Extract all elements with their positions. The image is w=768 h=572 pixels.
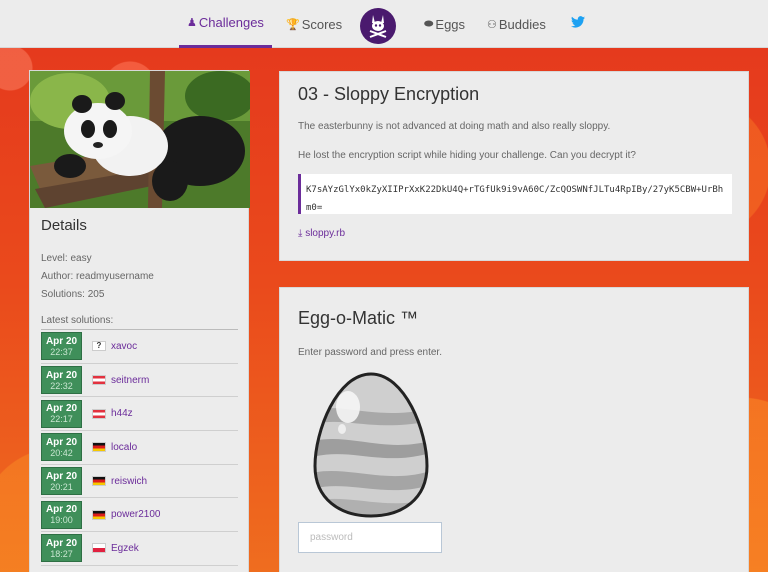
solutions-count: Solutions: 205 (41, 289, 105, 300)
solution-date: Apr 20 (45, 504, 78, 516)
author-text: Author: readmyusername (41, 271, 154, 282)
top-navbar: ♟ Challenges 🏆 Scores ⬬ Eggs ⚇ Buddies (0, 0, 768, 48)
solver-link[interactable]: reiswich (111, 476, 147, 487)
solution-date: Apr 20 (45, 436, 78, 448)
egg-icon: ⬬ (424, 17, 434, 30)
nav-scores[interactable]: 🏆 Scores (286, 0, 342, 48)
challenge-description-2: He lost the encryption script while hidi… (298, 150, 636, 161)
latest-solutions-list: Apr 20 22:37 ? xavoc Apr 20 22:32 seitne… (30, 330, 248, 566)
flag-austria-icon (92, 408, 106, 419)
date-badge: Apr 20 22:32 (41, 366, 82, 395)
solver-link[interactable]: seitnerm (111, 375, 149, 386)
download-icon: ⤓ (298, 228, 303, 239)
date-badge: Apr 20 22:37 (41, 332, 82, 361)
flag-germany-icon (92, 442, 106, 453)
flag-germany-icon (92, 509, 106, 520)
solution-row: Apr 20 18:27 Egzek (41, 532, 238, 566)
solution-row: Apr 20 22:37 ? xavoc (41, 330, 238, 364)
solution-date: Apr 20 (45, 335, 78, 347)
solution-time: 19:00 (50, 515, 73, 526)
nav-buddies[interactable]: ⚇ Buddies (487, 0, 546, 48)
solution-time: 20:21 (50, 481, 73, 492)
solution-row: Apr 20 20:42 localo (41, 431, 238, 465)
solver-link[interactable]: localo (111, 442, 137, 453)
solution-time: 20:42 (50, 447, 73, 458)
twitter-icon (571, 16, 585, 28)
nav-challenges[interactable]: ♟ Challenges (179, 0, 272, 48)
solution-date: Apr 20 (45, 537, 78, 549)
download-link[interactable]: ⤓ sloppy.rb (298, 228, 748, 239)
solution-row: Apr 20 22:17 h44z (41, 397, 238, 432)
download-filename: sloppy.rb (305, 228, 346, 239)
egg-o-matic-card: Egg-o-Matic ™ Enter password and press e… (279, 287, 749, 572)
nav-buddies-label: Buddies (498, 16, 546, 32)
solver-link[interactable]: h44z (111, 408, 133, 419)
solution-date: Apr 20 (45, 403, 78, 415)
date-badge: Apr 20 22:17 (41, 399, 82, 428)
nav-eggs[interactable]: ⬬ Eggs (424, 0, 465, 48)
solver-link[interactable]: power2100 (111, 509, 160, 520)
latest-solutions-title: Latest solutions: (41, 315, 238, 330)
egg-o-matic-title: Egg-o-Matic ™ (298, 308, 419, 328)
egg-o-matic-instructions: Enter password and press enter. (298, 347, 442, 358)
details-title: Details (41, 217, 87, 234)
flag-austria-icon (92, 375, 106, 386)
challenge-title: 03 - Sloppy Encryption (298, 84, 480, 104)
solution-time: 22:32 (50, 380, 73, 391)
ciphertext-block[interactable]: K7sAYzGlYx0kZyXIIPrXxK22DkU4Q+rTGfUk9i9v… (298, 174, 732, 214)
solution-time: 22:17 (50, 414, 73, 425)
solution-row: Apr 20 19:00 power2100 (41, 498, 238, 533)
level-text: Level: easy (41, 253, 92, 264)
solution-date: Apr 20 (45, 470, 78, 482)
challenge-card: 03 - Sloppy Encryption The easterbunny i… (279, 71, 749, 261)
flag-poland-icon (92, 543, 106, 554)
flag-unknown-icon: ? (92, 341, 106, 352)
date-badge: Apr 20 19:00 (41, 500, 82, 529)
nav-challenges-label: Challenges (198, 15, 264, 30)
challenge-description-1: The easterbunny is not advanced at doing… (298, 121, 611, 132)
solver-link[interactable]: xavoc (111, 341, 137, 352)
solver-link[interactable]: Egzek (111, 543, 139, 554)
flag-germany-icon (92, 476, 106, 487)
date-badge: Apr 20 20:42 (41, 433, 82, 462)
solution-time: 18:27 (50, 548, 73, 559)
trophy-icon: 🏆 (286, 18, 300, 31)
challenge-details-card: Details Level: easy Author: readmyuserna… (29, 70, 250, 572)
panda-image (30, 71, 250, 208)
puzzle-icon: ♟ (187, 17, 197, 29)
solution-time: 22:37 (50, 346, 73, 357)
solution-date: Apr 20 (45, 369, 78, 381)
solution-row: Apr 20 22:32 seitnerm (41, 364, 238, 398)
date-badge: Apr 20 20:21 (41, 467, 82, 496)
bunny-skull-icon (369, 15, 387, 38)
solution-row: Apr 20 20:21 reiswich (41, 465, 238, 499)
users-icon: ⚇ (487, 18, 497, 31)
bunny-logo[interactable] (360, 8, 396, 44)
twitter-link[interactable] (571, 15, 585, 33)
egg-image (313, 372, 429, 518)
password-input[interactable] (298, 522, 442, 553)
nav-scores-label: Scores (301, 16, 343, 32)
date-badge: Apr 20 18:27 (41, 534, 82, 563)
nav-eggs-label: Eggs (435, 16, 466, 32)
